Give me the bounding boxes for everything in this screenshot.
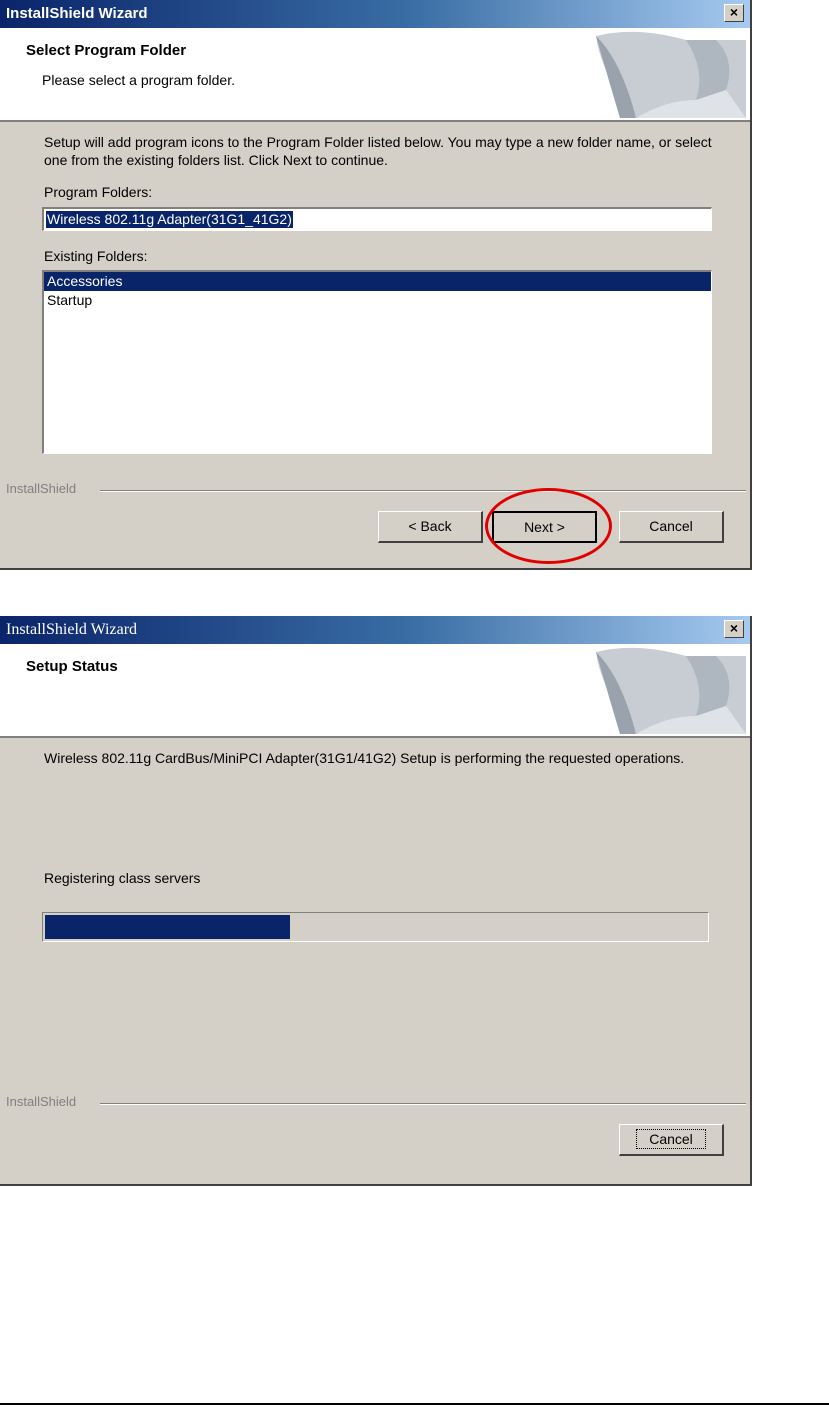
header-title: Select Program Folder: [26, 42, 187, 59]
list-item[interactable]: Startup: [44, 291, 711, 310]
status-text: Registering class servers: [44, 870, 201, 886]
window-title: InstallShield Wizard: [6, 621, 138, 638]
installshield-logo-icon: [596, 31, 746, 118]
close-button[interactable]: ×: [724, 620, 744, 638]
title-bar[interactable]: InstallShield Wizard ×: [0, 0, 750, 28]
cancel-button[interactable]: Cancel: [619, 1124, 724, 1156]
page-bottom-rule: [0, 1403, 829, 1405]
cancel-button[interactable]: Cancel: [619, 511, 724, 543]
close-button[interactable]: ×: [724, 4, 744, 22]
existing-folders-list[interactable]: Accessories Startup: [42, 270, 712, 454]
installshield-logo-icon: [596, 647, 746, 734]
installshield-window-program-folder: InstallShield Wizard × Select Program Fo…: [0, 0, 752, 570]
existing-folders-label: Existing Folders:: [44, 248, 148, 264]
header-title: Setup Status: [26, 658, 118, 675]
close-icon: ×: [729, 4, 739, 20]
header-subtitle: Please select a program folder.: [42, 72, 235, 88]
wizard-header: Setup Status: [0, 644, 750, 738]
installshield-brand: InstallShield: [6, 1094, 77, 1109]
close-icon: ×: [729, 620, 739, 636]
progress-bar: [42, 912, 709, 942]
title-bar[interactable]: InstallShield Wizard ×: [0, 616, 750, 644]
installshield-brand: InstallShield: [6, 481, 77, 496]
installshield-window-setup-status: InstallShield Wizard × Setup Status Wire…: [0, 616, 752, 1186]
instructions-text: Setup will add program icons to the Prog…: [44, 134, 712, 168]
separator: [100, 1103, 746, 1105]
wizard-header: Select Program Folder Please select a pr…: [0, 28, 750, 122]
program-folders-label: Program Folders:: [44, 184, 153, 200]
separator: [100, 490, 746, 492]
program-folder-value: Wireless 802.11g Adapter(31G1_41G2): [46, 211, 293, 228]
progress-fill: [45, 915, 290, 939]
back-button[interactable]: < Back: [378, 511, 483, 543]
list-item[interactable]: Accessories: [44, 272, 711, 291]
program-folder-input[interactable]: Wireless 802.11g Adapter(31G1_41G2): [42, 207, 712, 231]
cancel-label: Cancel: [636, 1129, 706, 1149]
highlight-circle-annotation: [485, 488, 612, 564]
setup-description: Wireless 802.11g CardBus/MiniPCI Adapter…: [44, 750, 685, 766]
window-title: InstallShield Wizard: [6, 5, 148, 22]
